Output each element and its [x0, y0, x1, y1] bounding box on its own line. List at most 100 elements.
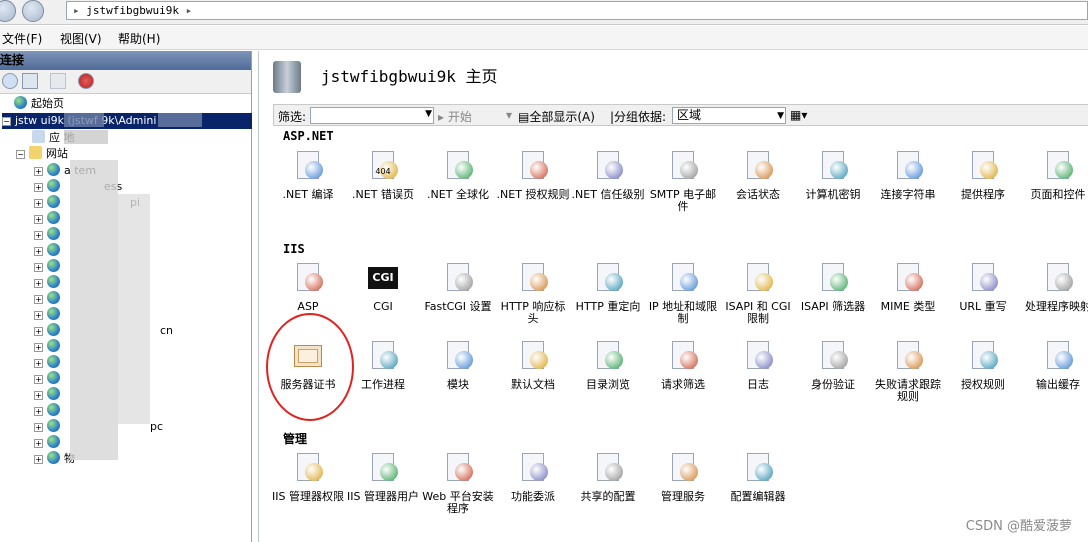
feature-iis-8[interactable]: MIME 类型	[871, 261, 945, 333]
isapi-cgi-icon	[741, 261, 775, 295]
expand-icon[interactable]: +	[34, 263, 43, 272]
expand-icon[interactable]: +	[34, 231, 43, 240]
feature-aspnet-5[interactable]: SMTP 电子邮件	[646, 149, 720, 221]
feature-iis-21[interactable]: 输出缓存	[1021, 339, 1088, 411]
feature-iis-1[interactable]: CGI CGI	[346, 261, 420, 333]
tree-site[interactable]: +	[34, 371, 64, 387]
expand-icon[interactable]: +	[34, 327, 43, 336]
tree-server-node[interactable]: −jstw ui9k (jstwf 9k\Admini	[2, 113, 252, 129]
expand-icon[interactable]: +	[34, 295, 43, 304]
tree-site[interactable]: +	[34, 243, 64, 259]
feature-iis-2[interactable]: FastCGI 设置	[421, 261, 495, 333]
tree-site[interactable]: +	[34, 291, 64, 307]
collapse-icon[interactable]: −	[16, 150, 25, 159]
expand-icon[interactable]: +	[34, 183, 43, 192]
feature-iis-20[interactable]: 授权规则	[946, 339, 1020, 411]
feature-iis-18[interactable]: 身份验证	[796, 339, 870, 411]
feature-iis-6[interactable]: ISAPI 和 CGI 限制	[721, 261, 795, 333]
feature-manage-4[interactable]: 共享的配置	[571, 451, 645, 523]
feature-aspnet-10[interactable]: 页面和控件	[1021, 149, 1088, 221]
forward-icon[interactable]	[22, 0, 44, 22]
feature-manage-0[interactable]: IIS 管理器权限	[271, 451, 345, 523]
tree-site[interactable]: +	[34, 307, 64, 323]
feature-manage-5[interactable]: 管理服务	[646, 451, 720, 523]
tree-sites[interactable]: − 网站	[16, 146, 68, 162]
feature-iis-7[interactable]: ISAPI 筛选器	[796, 261, 870, 333]
expand-icon[interactable]: +	[34, 375, 43, 384]
feature-iis-4[interactable]: HTTP 重定向	[571, 261, 645, 333]
group-by-select[interactable]: 区域 ▼	[672, 107, 786, 124]
up-icon[interactable]	[50, 73, 66, 89]
expand-icon[interactable]: +	[34, 311, 43, 320]
feature-iis-15[interactable]: 目录浏览	[571, 339, 645, 411]
tree-site[interactable]: +	[34, 403, 64, 419]
feature-aspnet-8[interactable]: 连接字符串	[871, 149, 945, 221]
tree-site[interactable]: +	[34, 355, 64, 371]
show-all-button[interactable]: ▤全部显示(A)	[518, 108, 595, 125]
feature-aspnet-7[interactable]: 计算机密钥	[796, 149, 870, 221]
connect-icon[interactable]	[2, 73, 18, 89]
expand-icon[interactable]: +	[34, 439, 43, 448]
feature-aspnet-3[interactable]: .NET 授权规则	[496, 149, 570, 221]
section-aspnet-title: ASP.NET	[283, 129, 334, 143]
feature-manage-1[interactable]: IIS 管理器用户	[346, 451, 420, 523]
feature-aspnet-1[interactable]: 404 .NET 错误页	[346, 149, 420, 221]
filter-input[interactable]: ▼	[310, 107, 434, 124]
tree-site[interactable]: +	[34, 339, 64, 355]
tree-site[interactable]: +物	[34, 451, 75, 467]
start-dropdown-icon[interactable]: ▾	[506, 108, 512, 122]
expand-icon[interactable]: +	[34, 215, 43, 224]
menu-file[interactable]: 文件(F)	[2, 30, 42, 47]
feature-iis-9[interactable]: URL 重写	[946, 261, 1020, 333]
feature-iis-14[interactable]: 默认文档	[496, 339, 570, 411]
feature-manage-6[interactable]: 配置编辑器	[721, 451, 795, 523]
feature-aspnet-4[interactable]: .NET 信任级别	[571, 149, 645, 221]
expand-icon[interactable]: +	[34, 167, 43, 176]
feature-aspnet-6[interactable]: 会话状态	[721, 149, 795, 221]
feature-manage-3[interactable]: 功能委派	[496, 451, 570, 523]
feature-iis-17[interactable]: 日志	[721, 339, 795, 411]
feature-iis-5[interactable]: IP 地址和域限制	[646, 261, 720, 333]
tree-site[interactable]: +	[34, 435, 64, 451]
expand-icon[interactable]: +	[34, 455, 43, 464]
collapse-icon[interactable]: −	[2, 117, 11, 126]
menu-help[interactable]: 帮助(H)	[118, 30, 160, 47]
expand-icon[interactable]: +	[34, 247, 43, 256]
feature-manage-2[interactable]: Web 平台安装程序	[421, 451, 495, 523]
dropdown-arrow-icon[interactable]: ▼	[777, 109, 784, 124]
feature-label: 计算机密钥	[805, 188, 861, 201]
feature-iis-10[interactable]: 处理程序映射	[1021, 261, 1088, 333]
feature-iis-16[interactable]: 请求筛选	[646, 339, 720, 411]
tree-site[interactable]: +	[34, 275, 64, 291]
expand-icon[interactable]: +	[34, 279, 43, 288]
tree-start-page[interactable]: 起始页	[14, 96, 64, 112]
expand-icon[interactable]: +	[34, 391, 43, 400]
disconnect-icon[interactable]	[78, 73, 94, 89]
feature-iis-12[interactable]: 工作进程	[346, 339, 420, 411]
feature-iis-19[interactable]: 失败请求跟踪规则	[871, 339, 945, 411]
feature-aspnet-0[interactable]: .NET 编译	[271, 149, 345, 221]
expand-icon[interactable]: +	[34, 407, 43, 416]
feature-aspnet-2[interactable]: .NET 全球化	[421, 149, 495, 221]
start-button[interactable]: ▸ 开始	[438, 108, 472, 125]
expand-icon[interactable]: +	[34, 423, 43, 432]
view-mode-icon[interactable]: ▦▾	[790, 108, 807, 122]
feature-iis-3[interactable]: HTTP 响应标头	[496, 261, 570, 333]
feature-iis-13[interactable]: 模块	[421, 339, 495, 411]
tree-site[interactable]: +	[34, 211, 64, 227]
back-icon[interactable]	[0, 0, 16, 22]
expand-icon[interactable]: +	[34, 199, 43, 208]
feature-aspnet-9[interactable]: 提供程序	[946, 149, 1020, 221]
tree-site[interactable]: +	[34, 387, 64, 403]
dropdown-arrow-icon[interactable]: ▼	[425, 109, 432, 119]
tree-site[interactable]: +	[34, 227, 64, 243]
menu-view[interactable]: 视图(V)	[60, 30, 102, 47]
feature-label: ISAPI 和 CGI 限制	[725, 300, 791, 325]
feature-label: ASP	[297, 300, 319, 313]
save-icon[interactable]	[22, 73, 38, 89]
expand-icon[interactable]: +	[34, 343, 43, 352]
redaction-block	[158, 113, 202, 127]
expand-icon[interactable]: +	[34, 359, 43, 368]
tree-site[interactable]: +	[34, 259, 64, 275]
address-field[interactable]: ▸ jstwfibgbwui9k ▸	[66, 1, 1088, 20]
